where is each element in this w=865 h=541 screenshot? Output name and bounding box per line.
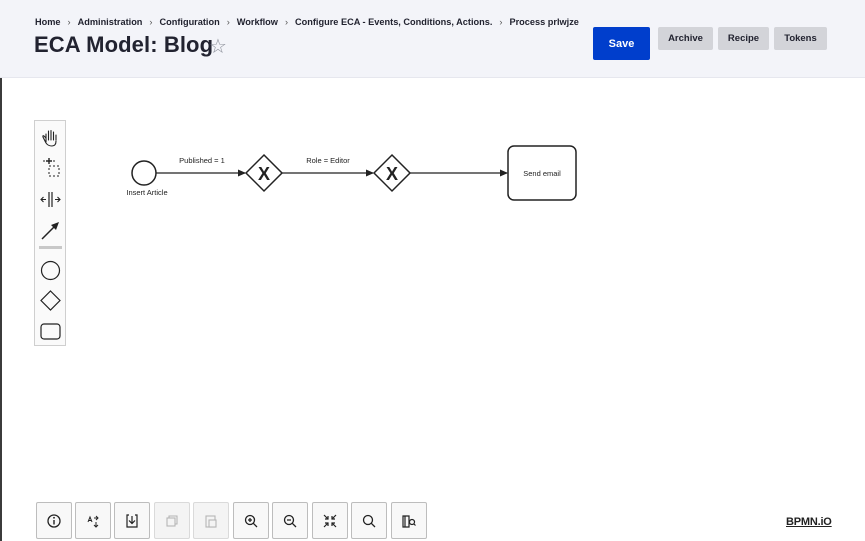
download-icon <box>126 513 138 528</box>
paste-icon <box>205 514 217 528</box>
space-tool-icon[interactable] <box>38 187 63 212</box>
zoom-in-icon <box>244 514 258 527</box>
lasso-tool-icon[interactable] <box>38 156 63 181</box>
copy-icon <box>166 514 178 527</box>
sequence-flow-1-label: Published = 1 <box>179 156 225 165</box>
layout-icon <box>87 515 99 528</box>
start-event-shape[interactable] <box>131 160 157 186</box>
fit-viewport-button[interactable] <box>312 502 348 539</box>
fit-viewport-icon <box>323 514 337 527</box>
info-icon <box>47 513 61 528</box>
search-button[interactable] <box>351 502 387 539</box>
auto-layout-button[interactable] <box>75 502 111 539</box>
download-button[interactable] <box>114 502 150 539</box>
tool-palette <box>34 120 66 346</box>
gateway-2-marker: X <box>386 164 398 184</box>
gateway-1-marker: X <box>258 164 270 184</box>
bpmn-canvas[interactable]: Insert Article Published = 1 X Role = Ed… <box>0 0 865 541</box>
palette-divider <box>39 246 62 249</box>
zoom-in-button[interactable] <box>233 502 269 539</box>
global-connect-tool-icon[interactable] <box>38 218 63 243</box>
minimap-icon <box>402 514 416 528</box>
copy-button[interactable] <box>154 502 190 539</box>
info-button[interactable] <box>36 502 72 539</box>
bpmn-io-logo[interactable]: BPMN.iO <box>786 516 832 528</box>
start-event-label: Insert Article <box>126 188 167 197</box>
send-email-task-label: Send email <box>523 169 561 178</box>
sequence-flow-2-label: Role = Editor <box>306 156 350 165</box>
hand-tool-icon[interactable] <box>38 125 63 150</box>
create-start-event-icon[interactable] <box>38 258 63 283</box>
minimap-button[interactable] <box>391 502 427 539</box>
create-gateway-icon[interactable] <box>38 288 63 313</box>
zoom-out-icon <box>283 514 297 527</box>
zoom-out-button[interactable] <box>272 502 308 539</box>
create-task-icon[interactable] <box>38 319 63 344</box>
search-icon <box>362 514 376 527</box>
paste-button[interactable] <box>193 502 229 539</box>
